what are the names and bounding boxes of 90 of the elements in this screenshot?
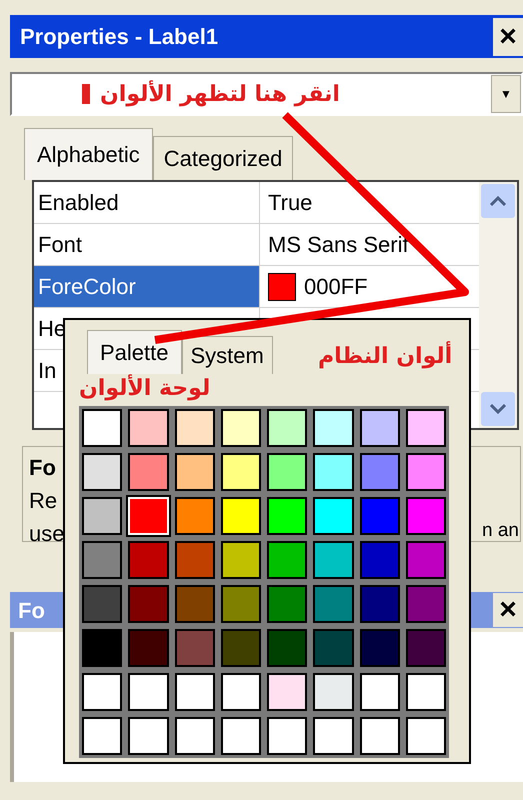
color-swatch[interactable] (82, 541, 122, 579)
window-title: Properties - Label1 (20, 23, 218, 51)
color-swatch[interactable] (128, 673, 168, 711)
color-swatch[interactable] (406, 585, 446, 623)
color-swatch[interactable] (406, 453, 446, 491)
object-combo[interactable]: انقر هنا لتظهر الألوان ▼ (10, 72, 523, 116)
color-swatch[interactable] (360, 541, 400, 579)
color-swatch[interactable] (128, 453, 168, 491)
color-swatch[interactable] (82, 409, 122, 447)
color-swatch[interactable] (360, 629, 400, 667)
color-swatch[interactable] (82, 717, 122, 755)
scroll-down-button[interactable] (481, 392, 515, 426)
instruction-annotation: انقر هنا لتظهر الألوان (100, 79, 340, 108)
color-swatch[interactable] (313, 453, 354, 491)
color-swatch[interactable] (128, 541, 168, 579)
color-swatch[interactable] (267, 453, 308, 491)
color-swatch[interactable] (128, 717, 168, 755)
color-swatch[interactable] (406, 541, 446, 579)
color-swatch[interactable] (313, 629, 354, 667)
color-swatch[interactable] (360, 409, 400, 447)
color-swatch[interactable] (360, 497, 400, 535)
color-swatch[interactable] (267, 497, 308, 535)
chevron-down-icon (490, 404, 506, 414)
color-swatch[interactable] (360, 585, 400, 623)
color-swatch[interactable] (82, 453, 122, 491)
color-swatch[interactable] (220, 629, 261, 667)
color-swatch[interactable] (313, 541, 354, 579)
color-swatch[interactable] (220, 717, 261, 755)
description-title: Fo (29, 454, 56, 482)
color-swatch[interactable] (174, 541, 215, 579)
tab[interactable]: System (182, 336, 273, 374)
color-swatch[interactable] (267, 629, 308, 667)
color-swatch[interactable] (313, 409, 354, 447)
color-swatch[interactable] (267, 541, 308, 579)
color-swatch[interactable] (174, 673, 215, 711)
description-text: Re (29, 487, 58, 515)
panel-title: Fo (18, 596, 45, 624)
color-swatch[interactable] (406, 673, 446, 711)
color-swatch[interactable] (406, 409, 446, 447)
color-swatch[interactable] (406, 717, 446, 755)
color-swatch[interactable] (82, 629, 122, 667)
color-swatch[interactable] (174, 585, 215, 623)
color-swatch[interactable] (313, 673, 354, 711)
description-text: n an (482, 519, 519, 543)
color-swatch[interactable] (128, 409, 168, 447)
color-swatch[interactable] (360, 673, 400, 711)
color-swatch[interactable] (82, 585, 122, 623)
description-text: use (29, 520, 64, 548)
property-value[interactable]: MS Sans Serif (260, 224, 479, 265)
color-swatch[interactable] (220, 585, 261, 623)
color-swatch[interactable] (174, 453, 215, 491)
color-swatch[interactable] (267, 673, 308, 711)
color-swatch[interactable] (267, 717, 308, 755)
color-swatch[interactable] (406, 629, 446, 667)
tab[interactable]: Palette (87, 330, 182, 374)
color-swatch[interactable] (128, 629, 168, 667)
scrollbar[interactable] (479, 182, 517, 428)
tab[interactable]: Categorized (152, 136, 294, 180)
color-swatch[interactable] (313, 497, 354, 535)
color-swatch[interactable] (220, 673, 261, 711)
scroll-up-button[interactable] (481, 184, 515, 218)
dropdown-button[interactable]: ▼ (491, 75, 521, 113)
property-value[interactable]: True (260, 182, 479, 223)
color-swatch[interactable] (220, 409, 261, 447)
marker-icon (82, 84, 90, 104)
color-swatch[interactable] (220, 453, 261, 491)
color-swatch[interactable] (174, 409, 215, 447)
tab[interactable]: Alphabetic (24, 128, 153, 180)
close-button[interactable]: × (493, 18, 523, 56)
property-name[interactable]: ForeColor (34, 266, 260, 307)
color-swatch[interactable] (267, 409, 308, 447)
color-swatch[interactable] (82, 673, 122, 711)
color-swatch[interactable] (82, 497, 122, 535)
color-swatch[interactable] (313, 717, 354, 755)
system-colors-annotation: ألوان النظام (318, 340, 452, 373)
property-value[interactable]: 000FF (260, 266, 479, 307)
color-swatch[interactable] (174, 497, 215, 535)
color-swatch[interactable] (128, 585, 168, 623)
color-swatch[interactable] (360, 453, 400, 491)
color-swatch[interactable] (220, 541, 261, 579)
chevron-up-icon (490, 196, 506, 206)
palette-annotation: لوحة الألوان (79, 374, 210, 403)
color-swatch[interactable] (267, 585, 308, 623)
color-swatch[interactable] (174, 629, 215, 667)
color-swatch[interactable] (174, 717, 215, 755)
color-swatch[interactable] (220, 497, 261, 535)
color-swatch[interactable] (313, 585, 354, 623)
color-swatch[interactable] (406, 497, 446, 535)
color-swatch[interactable] (360, 717, 400, 755)
close-button[interactable]: × (493, 593, 523, 627)
